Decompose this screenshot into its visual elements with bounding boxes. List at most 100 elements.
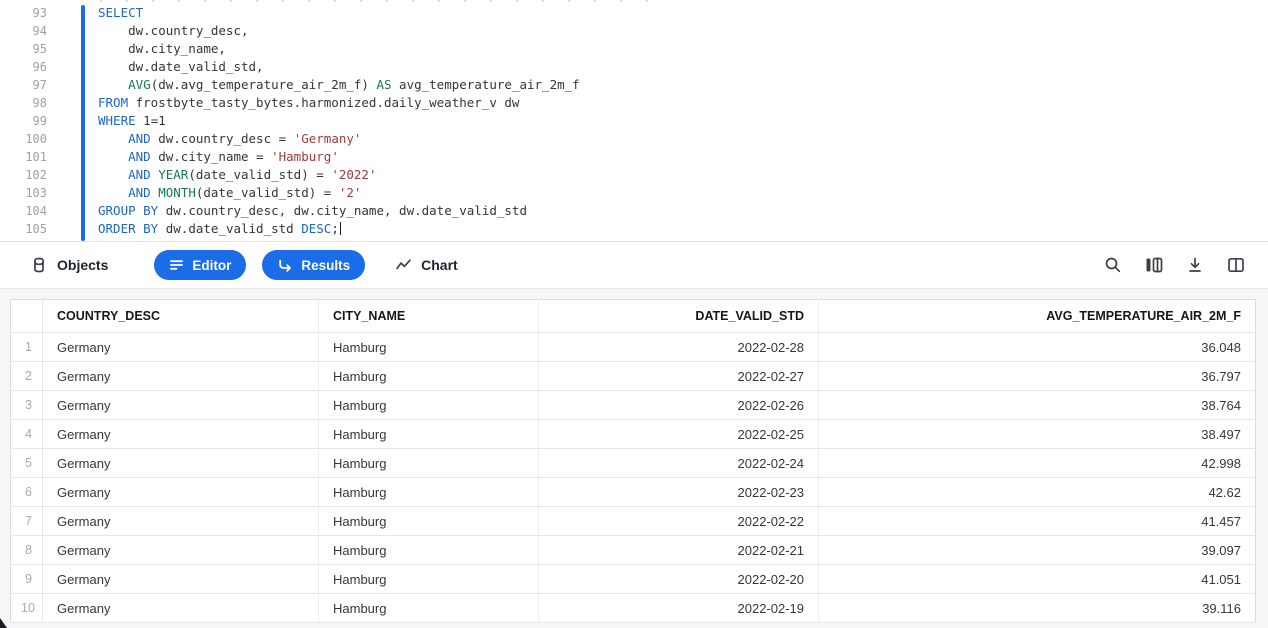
- code-text[interactable]: dw.date_valid_std,: [47, 58, 264, 76]
- column-header-country-desc[interactable]: COUNTRY_DESC: [43, 300, 319, 333]
- cell-date-valid-std[interactable]: 2022-02-19: [539, 594, 819, 623]
- row-number[interactable]: 7: [11, 507, 43, 536]
- row-number[interactable]: 10: [11, 594, 43, 623]
- row-number[interactable]: 5: [11, 449, 43, 478]
- column-header-city-name[interactable]: CITY_NAME: [319, 300, 539, 333]
- cell-date-valid-std[interactable]: 2022-02-21: [539, 536, 819, 565]
- cell-date-valid-std[interactable]: 2022-02-22: [539, 507, 819, 536]
- results-toggle-button[interactable]: Results: [262, 250, 365, 280]
- row-number[interactable]: 3: [11, 391, 43, 420]
- code-text[interactable]: dw.country_desc,: [47, 22, 249, 40]
- cell-country-desc[interactable]: Germany: [43, 391, 319, 420]
- objects-button[interactable]: Objects: [30, 256, 108, 274]
- row-number[interactable]: 1: [11, 333, 43, 362]
- column-header-date-valid-std[interactable]: DATE_VALID_STD: [539, 300, 819, 333]
- cell-city-name[interactable]: Hamburg: [319, 565, 539, 594]
- code-text[interactable]: FROM frostbyte_tasty_bytes.harmonized.da…: [47, 94, 519, 112]
- code-text[interactable]: AVG(dw.avg_temperature_air_2m_f) AS avg_…: [47, 76, 580, 94]
- cell-avg-temperature[interactable]: 42.62: [819, 478, 1256, 507]
- cell-avg-temperature[interactable]: 38.764: [819, 391, 1256, 420]
- cell-country-desc[interactable]: Germany: [43, 565, 319, 594]
- cell-city-name[interactable]: Hamburg: [319, 536, 539, 565]
- code-line[interactable]: 99WHERE 1=1: [0, 112, 1268, 130]
- cell-date-valid-std[interactable]: 2022-02-26: [539, 391, 819, 420]
- table-row[interactable]: 3GermanyHamburg2022-02-2638.764: [11, 391, 1256, 420]
- cell-country-desc[interactable]: Germany: [43, 478, 319, 507]
- code-line[interactable]: 95 dw.city_name,: [0, 40, 1268, 58]
- table-row[interactable]: 10GermanyHamburg2022-02-1939.116: [11, 594, 1256, 623]
- code-line[interactable]: 102 AND YEAR(date_valid_std) = '2022': [0, 166, 1268, 184]
- code-text[interactable]: SELECT: [47, 4, 143, 22]
- row-number[interactable]: 2: [11, 362, 43, 391]
- split-view-button[interactable]: [1226, 255, 1246, 275]
- code-line[interactable]: 103 AND MONTH(date_valid_std) = '2': [0, 184, 1268, 202]
- columns-button[interactable]: [1144, 255, 1164, 275]
- table-row[interactable]: 4GermanyHamburg2022-02-2538.497: [11, 420, 1256, 449]
- cell-city-name[interactable]: Hamburg: [319, 594, 539, 623]
- code-line[interactable]: 101 AND dw.city_name = 'Hamburg': [0, 148, 1268, 166]
- table-row[interactable]: 5GermanyHamburg2022-02-2442.998: [11, 449, 1256, 478]
- code-text[interactable]: dw.city_name,: [47, 40, 226, 58]
- cell-avg-temperature[interactable]: 41.051: [819, 565, 1256, 594]
- cell-city-name[interactable]: Hamburg: [319, 420, 539, 449]
- code-text[interactable]: AND MONTH(date_valid_std) = '2': [47, 184, 361, 202]
- cell-avg-temperature[interactable]: 36.797: [819, 362, 1256, 391]
- cell-avg-temperature[interactable]: 36.048: [819, 333, 1256, 362]
- table-row[interactable]: 9GermanyHamburg2022-02-2041.051: [11, 565, 1256, 594]
- cell-date-valid-std[interactable]: 2022-02-28: [539, 333, 819, 362]
- code-text[interactable]: WHERE 1=1: [47, 112, 166, 130]
- code-text[interactable]: AND dw.city_name = 'Hamburg': [47, 148, 339, 166]
- cell-avg-temperature[interactable]: 42.998: [819, 449, 1256, 478]
- cell-country-desc[interactable]: Germany: [43, 536, 319, 565]
- code-text[interactable]: GROUP BY dw.country_desc, dw.city_name, …: [47, 202, 527, 220]
- cell-country-desc[interactable]: Germany: [43, 594, 319, 623]
- cell-avg-temperature[interactable]: 39.097: [819, 536, 1256, 565]
- code-text[interactable]: AND dw.country_desc = 'Germany': [47, 130, 361, 148]
- cell-country-desc[interactable]: Germany: [43, 420, 319, 449]
- cell-city-name[interactable]: Hamburg: [319, 507, 539, 536]
- code-line[interactable]: 104GROUP BY dw.country_desc, dw.city_nam…: [0, 202, 1268, 220]
- cell-date-valid-std[interactable]: 2022-02-23: [539, 478, 819, 507]
- code-line[interactable]: 100 AND dw.country_desc = 'Germany': [0, 130, 1268, 148]
- table-row[interactable]: 7GermanyHamburg2022-02-2241.457: [11, 507, 1256, 536]
- cell-avg-temperature[interactable]: 39.116: [819, 594, 1256, 623]
- cell-country-desc[interactable]: Germany: [43, 507, 319, 536]
- cell-country-desc[interactable]: Germany: [43, 449, 319, 478]
- cell-date-valid-std[interactable]: 2022-02-24: [539, 449, 819, 478]
- code-line[interactable]: 93SELECT: [0, 4, 1268, 22]
- download-button[interactable]: [1185, 255, 1205, 275]
- cell-date-valid-std[interactable]: 2022-02-20: [539, 565, 819, 594]
- sql-editor-pane[interactable]: 93SELECT94 dw.country_desc,95 dw.city_na…: [0, 0, 1268, 242]
- search-button[interactable]: [1103, 255, 1123, 275]
- row-number[interactable]: 8: [11, 536, 43, 565]
- column-header-avg-temperature[interactable]: AVG_TEMPERATURE_AIR_2M_F: [819, 300, 1256, 333]
- cell-country-desc[interactable]: Germany: [43, 333, 319, 362]
- table-row[interactable]: 6GermanyHamburg2022-02-2342.62: [11, 478, 1256, 507]
- cell-city-name[interactable]: Hamburg: [319, 362, 539, 391]
- cell-city-name[interactable]: Hamburg: [319, 391, 539, 420]
- row-number[interactable]: 4: [11, 420, 43, 449]
- code-text[interactable]: AND YEAR(date_valid_std) = '2022': [47, 166, 376, 184]
- cell-date-valid-std[interactable]: 2022-02-27: [539, 362, 819, 391]
- code-line[interactable]: 98FROM frostbyte_tasty_bytes.harmonized.…: [0, 94, 1268, 112]
- cell-avg-temperature[interactable]: 38.497: [819, 420, 1256, 449]
- cell-city-name[interactable]: Hamburg: [319, 333, 539, 362]
- row-number[interactable]: 6: [11, 478, 43, 507]
- code-line[interactable]: 94 dw.country_desc,: [0, 22, 1268, 40]
- table-row[interactable]: 8GermanyHamburg2022-02-2139.097: [11, 536, 1256, 565]
- row-number[interactable]: 9: [11, 565, 43, 594]
- code-line[interactable]: 97 AVG(dw.avg_temperature_air_2m_f) AS a…: [0, 76, 1268, 94]
- code-text[interactable]: ORDER BY dw.date_valid_std DESC;: [47, 220, 341, 238]
- line-number: 105: [0, 220, 47, 238]
- cell-city-name[interactable]: Hamburg: [319, 478, 539, 507]
- table-row[interactable]: 1GermanyHamburg2022-02-2836.048: [11, 333, 1256, 362]
- cell-date-valid-std[interactable]: 2022-02-25: [539, 420, 819, 449]
- chart-button[interactable]: Chart: [395, 257, 458, 273]
- code-line[interactable]: 96 dw.date_valid_std,: [0, 58, 1268, 76]
- cell-city-name[interactable]: Hamburg: [319, 449, 539, 478]
- code-line[interactable]: 105ORDER BY dw.date_valid_std DESC;: [0, 220, 1268, 238]
- cell-avg-temperature[interactable]: 41.457: [819, 507, 1256, 536]
- table-row[interactable]: 2GermanyHamburg2022-02-2736.797: [11, 362, 1256, 391]
- cell-country-desc[interactable]: Germany: [43, 362, 319, 391]
- editor-toggle-button[interactable]: Editor: [154, 250, 246, 280]
